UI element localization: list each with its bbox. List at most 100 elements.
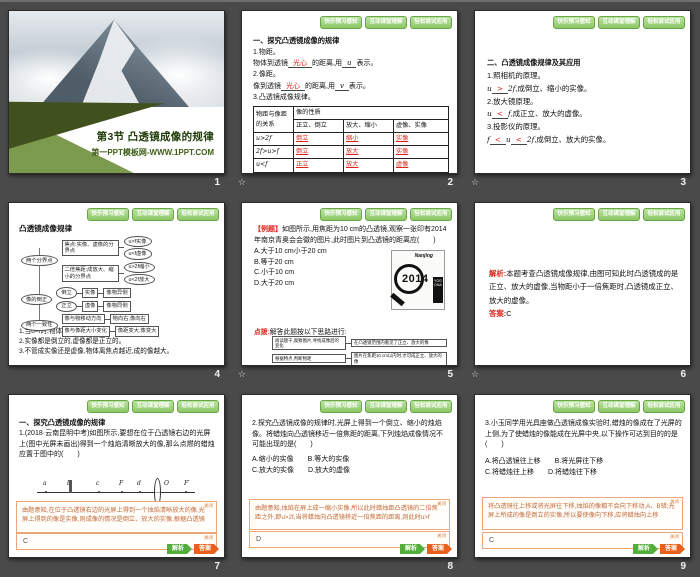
- emblem-side-strip: YOGDNA: [433, 277, 443, 303]
- imaging-rules-table: 物距与像距的关系 像的性质 正立、倒立 放大、缩小 虚像、实像 u>2f 倒立 …: [253, 106, 449, 172]
- emblem-year: 2014: [402, 273, 428, 285]
- show-answer-button[interactable]: 答案: [660, 544, 685, 554]
- question-text: 2.探究凸透镜成像的规律时,光屏上得到一个倒立、缩小的烛焰像。将蜡烛向凸透镜移近…: [252, 419, 449, 451]
- blank-answer: >: [492, 84, 508, 94]
- nav-button-practice[interactable]: 轻松尝试应用: [643, 16, 685, 29]
- text-line: 像到透镜光心的距离,用v表示。: [253, 81, 449, 92]
- answer-value: C: [483, 533, 682, 544]
- nav-button-classroom[interactable]: 互动课堂理解: [365, 16, 407, 29]
- map-leaf: u<f虚像: [124, 248, 152, 259]
- analysis-label: 解析:: [489, 269, 506, 278]
- close-button[interactable]: 关闭: [204, 535, 213, 541]
- slide-number: 2: [241, 177, 453, 188]
- option-c: C.放大的实像: [252, 467, 294, 474]
- option-b: B.等于20 cm: [254, 258, 372, 269]
- slide-9-thumbnail[interactable]: 快乐预习感知 互动课堂理解 轻松尝试应用 3.小玉同学用光具座做凸透镜成像实验时…: [474, 394, 691, 558]
- nav-button-classroom[interactable]: 互动课堂理解: [132, 400, 174, 413]
- answer-cell: 正立: [294, 159, 344, 172]
- map-node: 两个分界点: [21, 255, 58, 266]
- show-answer-button[interactable]: 答案: [194, 544, 219, 554]
- concept-map: 两个分界点 焦点:实像、虚像的分界点 u>f实像 u<f虚像 二倍焦距:成放大、…: [21, 236, 221, 339]
- slide-5-thumbnail[interactable]: 快乐预习感知 互动课堂理解 轻松尝试应用 【例题】如图所示,用焦距为10 cm的…: [241, 202, 458, 366]
- nav-button-classroom[interactable]: 互动课堂理解: [598, 400, 640, 413]
- nav-button-practice[interactable]: 轻松尝试应用: [410, 16, 452, 29]
- nav-button-practice[interactable]: 轻松尝试应用: [410, 400, 452, 413]
- option-c: C.将蜡烛往上移: [485, 469, 534, 476]
- blank-answer: <: [490, 135, 506, 145]
- show-analysis-button[interactable]: 解析: [167, 544, 192, 554]
- hint-line: 点拨:解答此题按以下思路进行:: [254, 326, 347, 336]
- options-row: A.将凸透镜往上移B.将光屏往下移: [485, 457, 682, 468]
- nav-button-classroom[interactable]: 互动课堂理解: [132, 208, 174, 221]
- close-button[interactable]: 关闭: [204, 503, 213, 509]
- blank-answer: 光心: [288, 60, 312, 68]
- slide-3-thumbnail[interactable]: 快乐预习感知 互动课堂理解 轻松尝试应用 二、凸透镜成像规律及其应用 1.照相机…: [474, 10, 691, 174]
- analysis-box: 关闭 由题意知,在位于凸透镜右边的光屏上得到一个烛焰清晰放大的像,光屏上得到的像…: [16, 501, 217, 533]
- nav-button-preview[interactable]: 快乐预习感知: [553, 400, 595, 413]
- axis-point: [185, 491, 187, 493]
- nav-button-classroom[interactable]: 互动课堂理解: [365, 400, 407, 413]
- map-leaf: 虚像: [82, 301, 99, 311]
- slide-number: 1: [8, 177, 220, 188]
- nav-button-classroom[interactable]: 互动课堂理解: [598, 208, 640, 221]
- table-row: 2f>u>f 倒立 放大 实像: [254, 146, 449, 159]
- text-segment: ,成倒立、缩小的实像。: [515, 84, 591, 93]
- nav-button-preview[interactable]: 快乐预习感知: [553, 16, 595, 29]
- text-segment: 解答此题按以下思路进行:: [270, 329, 347, 336]
- nav-button-preview[interactable]: 快乐预习感知: [320, 16, 362, 29]
- text-segment: ,成倒立、放大的实像。: [534, 135, 610, 144]
- slide-2-thumbnail[interactable]: 快乐预习感知 互动课堂理解 轻松尝试应用 一、探究凸透镜成像的规律 1.物距。 …: [241, 10, 458, 174]
- nav-button-practice[interactable]: 轻松尝试应用: [410, 208, 452, 221]
- point-label: a: [43, 480, 47, 487]
- nav-buttons: 快乐预习感知 互动课堂理解 轻松尝试应用: [87, 400, 219, 413]
- close-button[interactable]: 关闭: [437, 501, 446, 507]
- question-text: 3.小玉同学用光具座做凸透镜成像实验时,蜡烛的像成在了光屏的上侧,为了使蜡烛的像…: [485, 419, 682, 451]
- slide-8-thumbnail[interactable]: 快乐预习感知 互动课堂理解 轻松尝试应用 2.探究凸透镜成像的规律时,光屏上得到…: [241, 394, 458, 558]
- nav-button-practice[interactable]: 轻松尝试应用: [177, 400, 219, 413]
- blank-answer: 光心: [281, 83, 305, 91]
- nav-button-practice[interactable]: 轻松尝试应用: [177, 208, 219, 221]
- text-line: f<u<2f,成倒立、放大的实像。: [487, 134, 682, 147]
- nav-button-preview[interactable]: 快乐预习感知: [87, 208, 129, 221]
- close-button[interactable]: 关闭: [670, 534, 679, 540]
- table-subheader: 虚像、实像: [394, 120, 449, 133]
- nav-button-preview[interactable]: 快乐预习感知: [553, 208, 595, 221]
- nav-buttons: 快乐预习感知 互动课堂理解 轻松尝试应用: [320, 16, 452, 29]
- axis-point: [45, 491, 47, 493]
- slide-6-thumbnail[interactable]: 快乐预习感知 互动课堂理解 轻松尝试应用 解析:本题考查凸透镜成像规律,由图可知…: [474, 202, 691, 366]
- point-label: d: [137, 480, 141, 487]
- show-analysis-button[interactable]: 解析: [633, 544, 658, 554]
- nav-button-preview[interactable]: 快乐预习感知: [320, 208, 362, 221]
- slide-7-thumbnail[interactable]: 快乐预习感知 互动课堂理解 轻松尝试应用 一、探究凸透镜成像的规律 1.(201…: [8, 394, 225, 558]
- option-a: A.大于10 cm小于20 cm: [254, 247, 372, 258]
- nav-button-practice[interactable]: 轻松尝试应用: [643, 400, 685, 413]
- blank-answer: <: [492, 109, 508, 119]
- show-analysis-button[interactable]: 解析: [400, 544, 425, 554]
- slide-number: 6: [474, 369, 686, 380]
- text-line: 3.投影仪的原理。: [487, 121, 682, 134]
- text-segment: 的距离,用: [305, 83, 335, 90]
- show-answer-button[interactable]: 答案: [427, 544, 452, 554]
- text-line: 3.凸透镜成像规律。: [253, 92, 449, 103]
- nav-button-classroom[interactable]: 互动课堂理解: [365, 208, 407, 221]
- answer-controls: 解析 答案: [633, 544, 685, 554]
- slide-1-thumbnail[interactable]: 第3节 凸透镜成像的规律 第一PPT模板网-WWW.1PPT.COM: [8, 10, 225, 174]
- close-button[interactable]: 关闭: [670, 499, 679, 505]
- analysis-text: 由题意知,烛焰在屏上成一缩小实像,所以此时蜡烛距凸透镜的二倍焦距之外,即u>2f…: [250, 500, 449, 523]
- nav-button-practice[interactable]: 轻松尝试应用: [643, 208, 685, 221]
- nav-button-preview[interactable]: 快乐预习感知: [320, 400, 362, 413]
- nav-button-classroom[interactable]: 互动课堂理解: [598, 16, 640, 29]
- answer-label: 答案:: [489, 309, 506, 318]
- flow-step: 根据特点,判断物距: [272, 354, 346, 363]
- solution-flowchart: 阅读题干,观察图片,寻找成像后的变化在凸透镜范围内看见了正立、放大的像 根据特点…: [272, 336, 447, 366]
- nav-button-preview[interactable]: 快乐预习感知: [87, 400, 129, 413]
- map-node: 二倍焦距:成放大、缩小的分界点: [62, 265, 119, 282]
- answer-cell: 缩小: [344, 133, 394, 146]
- slide-4-thumbnail[interactable]: 快乐预习感知 互动课堂理解 轻松尝试应用 凸透镜成像规律 两个分界点 焦点:实像…: [8, 202, 225, 366]
- slide-number: 7: [8, 561, 220, 572]
- close-button[interactable]: 关闭: [437, 533, 446, 539]
- question-text: 1.(2018·云南昆明中考)如图所示,要想在位于凸透镜右边的光屏上(图中光屏未…: [19, 429, 216, 461]
- point-label: c: [96, 480, 99, 487]
- axis-point: [121, 491, 123, 493]
- map-leaf: u>f实像: [124, 236, 152, 247]
